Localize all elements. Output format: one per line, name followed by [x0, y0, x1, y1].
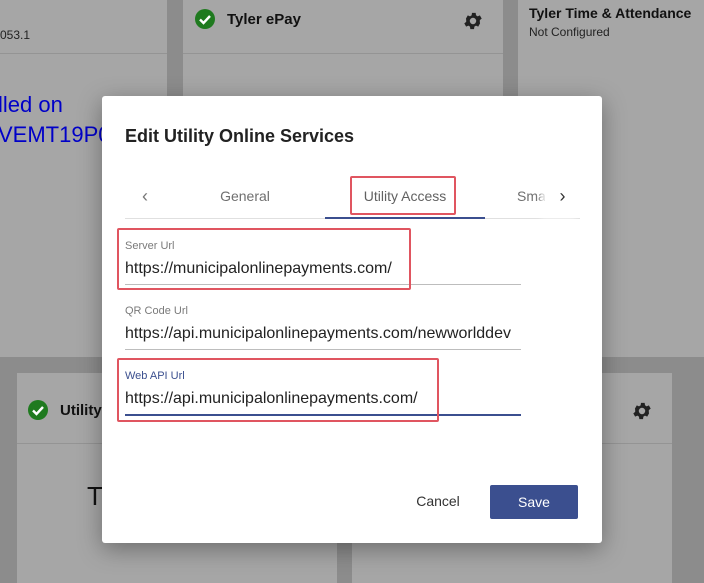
- web-api-url-field: Web API Url: [125, 370, 521, 416]
- card-big-text: T: [87, 481, 103, 511]
- chevron-left-icon[interactable]: ‹: [125, 178, 165, 218]
- web-api-url-input[interactable]: [125, 390, 521, 416]
- qr-code-url-input[interactable]: [125, 325, 521, 350]
- gear-icon[interactable]: [462, 10, 484, 32]
- server-url-input[interactable]: [125, 260, 521, 285]
- qr-code-url-field: QR Code Url: [125, 305, 521, 350]
- tab-utility-access[interactable]: Utility Access: [325, 178, 485, 219]
- field-label: QR Code Url: [125, 305, 188, 317]
- version-text: 053.1: [0, 28, 31, 42]
- card-status: Not Configured: [529, 25, 610, 39]
- tab-label: Utility Access: [363, 188, 447, 204]
- gear-icon[interactable]: [631, 400, 653, 422]
- card-big-text-1: lled on: [0, 92, 63, 117]
- edit-dialog: Edit Utility Online Services ‹ General U…: [102, 96, 602, 543]
- chevron-right-icon[interactable]: ›: [545, 178, 580, 218]
- check-circle-icon: [28, 400, 48, 420]
- tab-bar: ‹ General Utility Access Sma ›: [125, 178, 580, 219]
- field-label: Server Url: [125, 240, 175, 252]
- tab-general[interactable]: General: [185, 178, 305, 218]
- save-button[interactable]: Save: [490, 485, 578, 519]
- dialog-title: Edit Utility Online Services: [125, 126, 355, 146]
- field-label: Web API Url: [125, 370, 185, 382]
- card-title: Tyler ePay: [227, 11, 301, 28]
- card-big-text-2: VEMT19P0: [0, 122, 111, 147]
- card-title: Tyler Time & Attendance: [529, 5, 692, 21]
- cancel-button[interactable]: Cancel: [402, 486, 474, 516]
- check-circle-icon: [195, 9, 215, 29]
- server-url-field: Server Url: [125, 240, 521, 285]
- active-tab-indicator: [325, 217, 485, 219]
- card-title: Utility: [60, 402, 102, 419]
